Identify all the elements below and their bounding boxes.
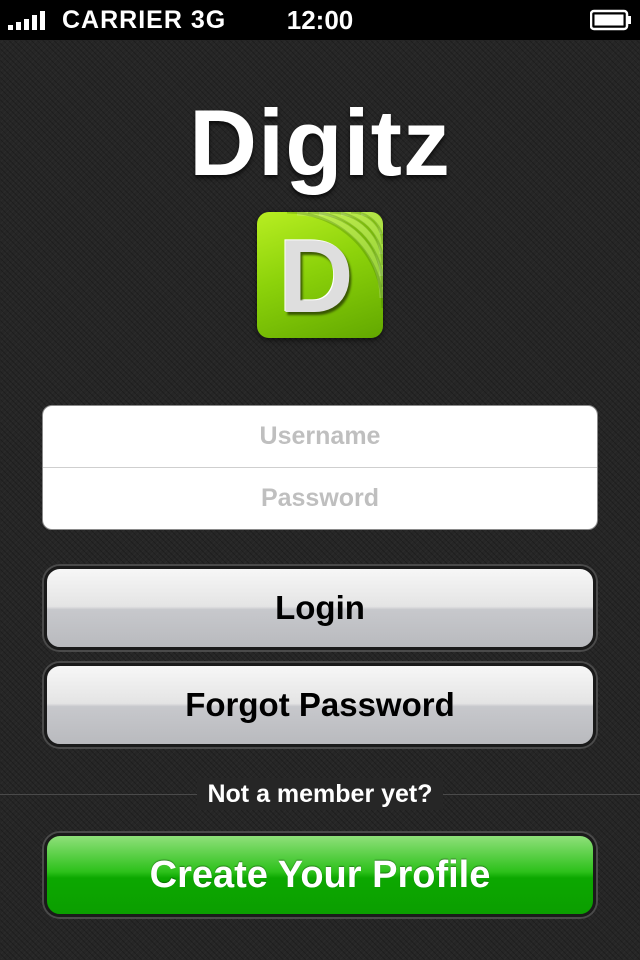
login-screen: CARRIER 3G 12:00 Digitz D Username Login…	[0, 0, 640, 960]
logo-letter: D	[278, 219, 354, 335]
login-button[interactable]: Login	[44, 566, 596, 650]
signup-prompt-row: Not a member yet?	[0, 778, 640, 810]
status-bar: CARRIER 3G 12:00	[0, 0, 640, 40]
app-title: Digitz	[189, 90, 451, 195]
app-content: Digitz D Username Login Forgot Password …	[0, 40, 640, 960]
digitz-logo-icon: D	[257, 212, 383, 338]
signup-prompt: Not a member yet?	[197, 778, 443, 810]
battery-icon	[590, 9, 631, 31]
login-form	[42, 405, 598, 530]
create-profile-button[interactable]: Create Your Profile	[44, 833, 596, 917]
forgot-password-button[interactable]: Forgot Password	[44, 663, 596, 747]
status-time: 12:00	[286, 5, 354, 35]
username-field[interactable]	[43, 406, 597, 467]
password-field[interactable]	[43, 468, 597, 529]
